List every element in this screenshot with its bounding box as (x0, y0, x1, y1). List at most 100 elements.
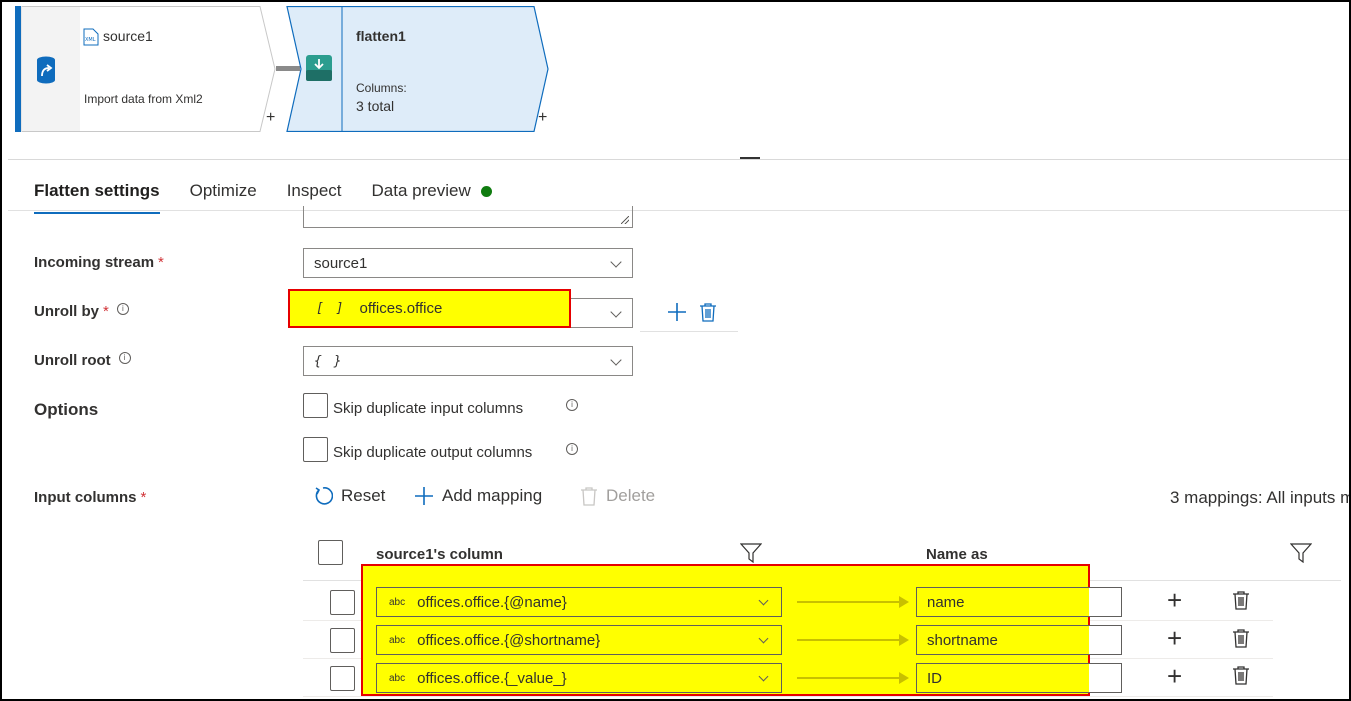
unroll-by-highlight: [ ] offices.office (288, 289, 571, 328)
delete-icon (581, 487, 597, 506)
add-row-button[interactable]: + (1167, 663, 1182, 689)
row-checkbox[interactable] (330, 590, 355, 615)
database-icon (37, 56, 55, 84)
flatten-columns-value: 3 total (356, 98, 395, 114)
string-type-icon: abc (389, 596, 406, 608)
reset-label: Reset (341, 486, 386, 505)
flatten-icon (306, 55, 332, 81)
skip-duplicate-output-checkbox[interactable] (303, 437, 328, 462)
label-text: Unroll root (34, 352, 111, 369)
delete-icon[interactable] (699, 302, 717, 322)
add-mapping-button[interactable]: Add mapping (414, 486, 542, 506)
skip-duplicate-input-checkbox[interactable] (303, 393, 328, 418)
source-column-select[interactable]: abc offices.office.{@name} (376, 587, 782, 617)
unroll-by-label: Unroll by * i (34, 303, 129, 320)
status-dot-icon (480, 185, 492, 197)
panel-resize-handle[interactable] (740, 157, 760, 159)
incoming-stream-value: source1 (314, 254, 368, 272)
name-as-value: ID (927, 669, 942, 687)
name-as-value: shortname (927, 631, 998, 649)
flatten-columns-label: Columns: (356, 81, 407, 95)
add-icon (415, 487, 433, 505)
info-icon[interactable]: i (566, 443, 578, 455)
object-icon: { } (314, 353, 344, 369)
source-node-title: source1 (103, 28, 153, 44)
source-node[interactable]: XML source1 Import data from Xml2 (12, 6, 276, 132)
label-text: Incoming stream (34, 254, 155, 271)
name-as-value: name (927, 593, 965, 611)
source-add-button[interactable]: + (266, 109, 275, 127)
reset-button[interactable]: Reset (313, 486, 385, 506)
incoming-stream-select[interactable]: source1 (303, 248, 633, 278)
add-row-button[interactable]: + (1167, 587, 1182, 613)
chevron-down-icon (610, 256, 622, 268)
unroll-root-label: Unroll root i (34, 352, 131, 369)
skip-duplicate-input-label: Skip duplicate input columns (333, 400, 524, 417)
add-icon[interactable] (667, 302, 687, 322)
source-node-subtitle: Import data from Xml2 (84, 92, 203, 106)
source-column-value: offices.office.{@shortname} (417, 631, 601, 649)
filter-icon[interactable] (740, 543, 762, 563)
required-marker: * (103, 303, 109, 320)
label-text: Input columns (34, 489, 137, 506)
incoming-stream-label: Incoming stream * (34, 254, 164, 271)
unroll-divider (640, 331, 738, 332)
string-type-icon: abc (389, 634, 406, 646)
source-node-accent (15, 6, 21, 132)
source-column-value: offices.office.{_value_} (417, 669, 567, 687)
source-column-select[interactable]: abc offices.office.{@shortname} (376, 625, 782, 655)
delete-icon[interactable] (1232, 665, 1250, 685)
row-checkbox[interactable] (330, 666, 355, 691)
chevron-down-icon (758, 595, 769, 606)
name-as-input[interactable]: name (916, 587, 1122, 617)
name-as-input[interactable]: shortname (916, 625, 1122, 655)
label-text: Unroll by (34, 303, 100, 320)
flatten-add-button[interactable]: + (538, 109, 547, 127)
chevron-down-icon (758, 633, 769, 644)
skip-duplicate-output-label: Skip duplicate output columns (333, 444, 533, 461)
tab-flatten-settings[interactable]: Flatten settings (34, 178, 160, 214)
options-label: Options (34, 400, 99, 419)
unroll-root-select[interactable]: { } (303, 346, 633, 376)
tab-label: Optimize (189, 181, 257, 200)
xml-file-icon: XML (83, 28, 99, 46)
tabs-divider (8, 210, 1349, 211)
add-row-button[interactable]: + (1167, 625, 1182, 651)
chevron-down-icon (610, 354, 622, 366)
input-columns-label: Input columns * (34, 489, 146, 506)
select-all-checkbox[interactable] (318, 540, 343, 565)
delete-button[interactable]: Delete (580, 486, 655, 506)
row-divider (303, 696, 1273, 697)
flatten-node[interactable]: flatten1 Columns: 3 total (286, 5, 550, 133)
source-column-select[interactable]: abc offices.office.{_value_} (376, 663, 782, 693)
name-as-header: Name as (926, 546, 988, 563)
reset-icon (315, 487, 333, 505)
delete-icon[interactable] (1232, 590, 1250, 610)
name-as-input[interactable]: ID (916, 663, 1122, 693)
info-icon[interactable]: i (566, 399, 578, 411)
row-checkbox[interactable] (330, 628, 355, 653)
tab-optimize[interactable]: Optimize (190, 178, 257, 212)
flatten-node-title: flatten1 (356, 28, 406, 44)
info-icon[interactable]: i (118, 352, 131, 364)
tab-label: Inspect (286, 181, 342, 200)
filter-icon[interactable] (1290, 543, 1312, 563)
delete-icon[interactable] (1232, 628, 1250, 648)
tab-label: Data preview (371, 181, 471, 200)
required-marker: * (140, 489, 147, 506)
source-node-icon-area (22, 6, 80, 132)
chevron-down-icon (758, 671, 769, 682)
info-icon[interactable]: i (116, 303, 129, 315)
description-textarea[interactable] (303, 206, 633, 228)
canvas-divider (8, 159, 1349, 160)
tab-label: Flatten settings (34, 181, 160, 200)
mapping-arrow (797, 596, 909, 608)
add-mapping-label: Add mapping (442, 486, 543, 505)
required-marker: * (158, 254, 164, 271)
delete-label: Delete (606, 486, 656, 505)
string-type-icon: abc (389, 672, 406, 684)
mapping-arrow (797, 634, 909, 646)
mapping-arrow (797, 672, 909, 684)
source-column-value: offices.office.{@name} (417, 593, 567, 611)
unroll-by-value: offices.office (359, 300, 443, 317)
